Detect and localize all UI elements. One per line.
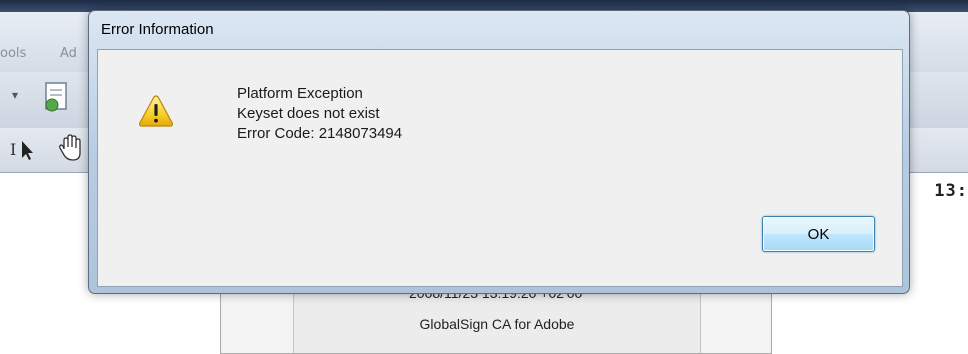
error-message-line-2: Keyset does not exist — [237, 105, 380, 122]
menu-item-advanced[interactable]: Ad — [60, 46, 77, 61]
dropdown-arrow-icon[interactable]: ▾ — [12, 88, 18, 102]
sign-document-icon[interactable] — [40, 80, 74, 114]
menu-item-tools[interactable]: ools — [0, 46, 26, 61]
svg-text:I: I — [10, 140, 16, 159]
signer-name-text: GlobalSign CA for Adobe — [419, 316, 575, 332]
error-dialog: Error Information Platform Exception Key… — [88, 10, 910, 294]
select-text-icon[interactable]: I — [8, 134, 36, 162]
dialog-title: Error Information — [101, 21, 214, 38]
error-message-line-1: Platform Exception — [237, 85, 363, 102]
signature-time-text: 13: — [934, 181, 968, 201]
hand-tool-icon[interactable] — [56, 132, 86, 164]
error-message-line-3: Error Code: 2148073494 — [237, 125, 403, 142]
warning-icon — [138, 95, 174, 127]
error-message: Platform Exception Keyset does not exist… — [237, 84, 402, 144]
ok-button[interactable]: OK — [762, 216, 875, 252]
dialog-body: Platform Exception Keyset does not exist… — [97, 49, 903, 287]
